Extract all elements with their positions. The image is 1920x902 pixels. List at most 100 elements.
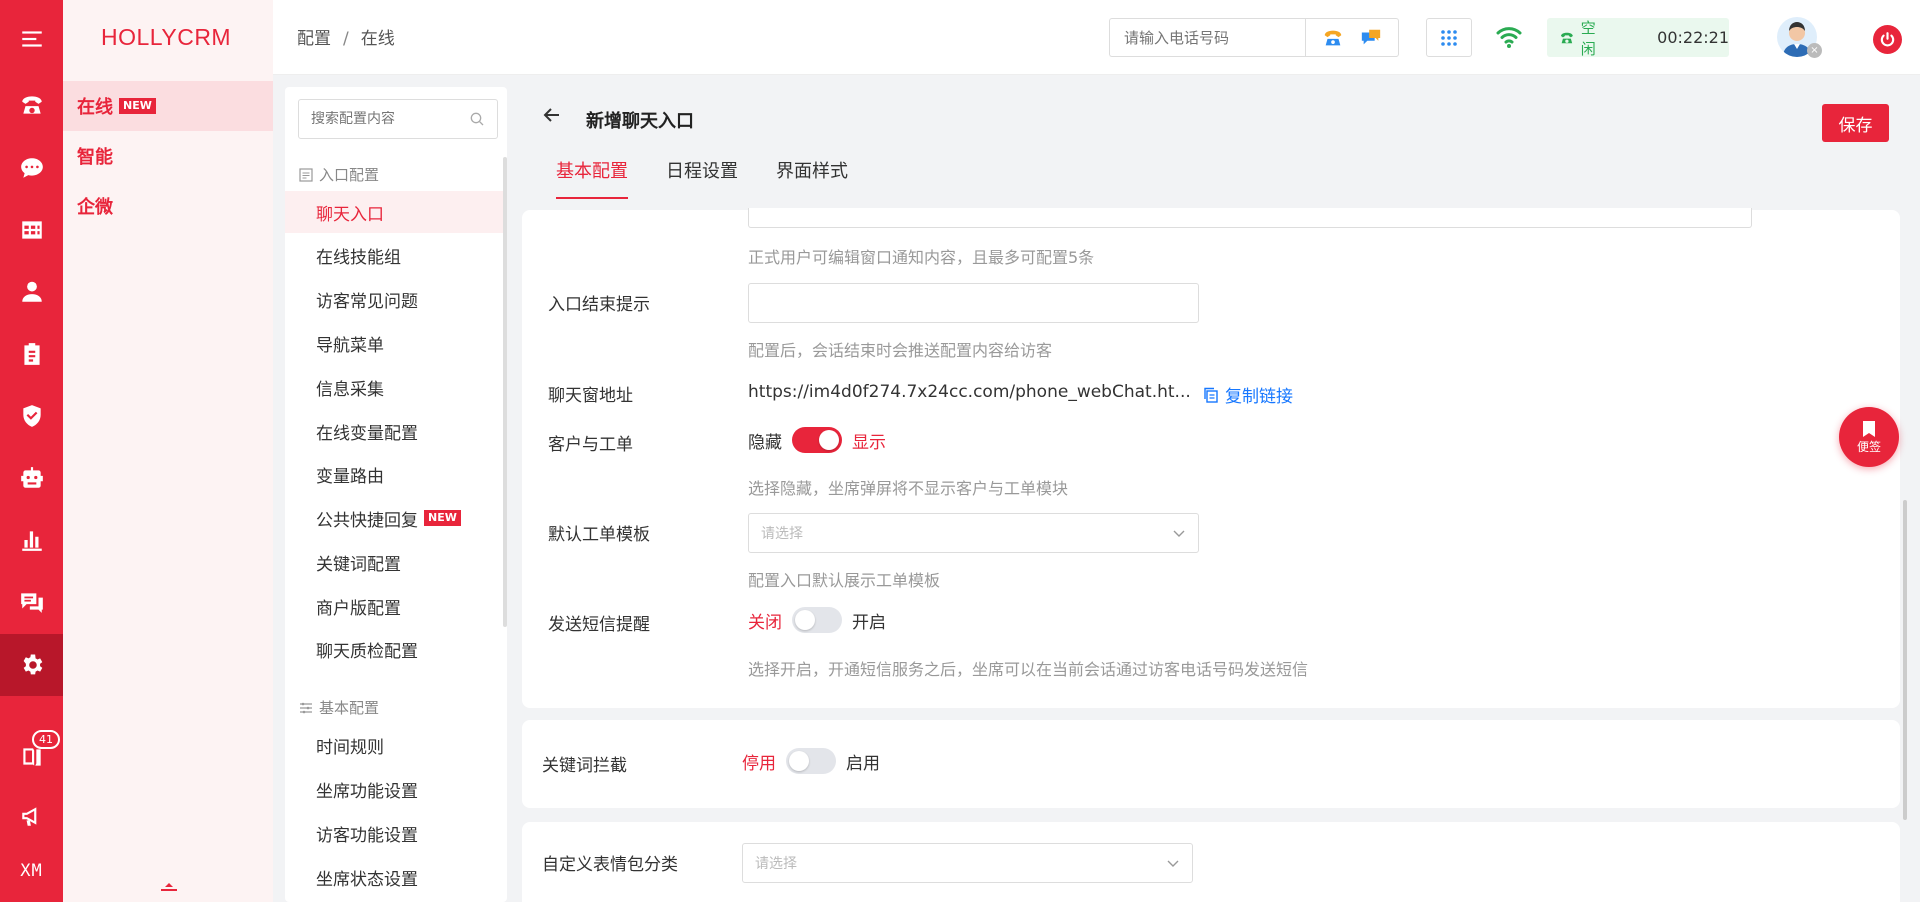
menu-icon[interactable] (0, 8, 63, 70)
menu-item-label: 变量路由 (316, 466, 384, 487)
chat-url-label: 聊天窗地址 (548, 386, 633, 406)
menu-item-label: 聊天入口 (316, 204, 384, 225)
table-icon[interactable] (0, 199, 63, 261)
config-search-input[interactable] (311, 111, 469, 127)
icon-rail: 41 XM (0, 0, 63, 902)
search-icon[interactable] (469, 111, 485, 127)
chat-url-value: https://im4d0f274.7x24cc.com/phone_webCh… (748, 382, 1191, 402)
notice-textarea[interactable] (748, 208, 1752, 228)
page-title: 新增聊天入口 (586, 111, 694, 132)
main-scrollbar[interactable] (1903, 500, 1907, 820)
new-badge: NEW (424, 510, 461, 526)
page-header: 新增聊天入口 保存 基本配置 日程设置 界面样式 (522, 87, 1900, 202)
menu-item-label: 信息采集 (316, 379, 384, 400)
sticky-note-button[interactable]: 便签 (1839, 407, 1899, 467)
notification-badge: 41 (32, 730, 60, 749)
close-icon[interactable]: × (1807, 43, 1822, 58)
menu-item-label: 坐席功能设置 (316, 781, 418, 802)
user-initials[interactable]: XM (0, 840, 63, 902)
tab-schedule[interactable]: 日程设置 (666, 157, 738, 199)
menu-item-var-routing[interactable]: 变量路由 (285, 453, 503, 495)
menu-item-quick-reply[interactable]: 公共快捷回复 NEW (285, 497, 503, 539)
end-tip-input[interactable] (748, 283, 1199, 323)
phone-number-input[interactable] (1109, 18, 1305, 57)
sms-icon[interactable] (1359, 26, 1383, 50)
menu-item-label: 访客常见问题 (316, 291, 418, 312)
book-icon[interactable]: 41 (0, 726, 63, 788)
user-icon[interactable] (0, 261, 63, 323)
sms-label: 发送短信提醒 (548, 615, 650, 635)
status-phone-icon (1560, 32, 1573, 43)
chat-icon[interactable] (0, 137, 63, 199)
breadcrumb: 配置 / 在线 (297, 24, 395, 49)
agent-status[interactable]: 空闲 00:22:21 (1547, 18, 1729, 58)
module-smart[interactable]: 智能 (63, 131, 273, 181)
menu-item-info-collect[interactable]: 信息采集 (285, 366, 503, 408)
switch-off-label: 关闭 (748, 612, 782, 633)
settings-list-icon (300, 702, 312, 713)
menu-item-label: 聊天质检配置 (316, 641, 418, 662)
megaphone-icon[interactable] (0, 785, 63, 847)
collapse-icon[interactable] (161, 882, 177, 892)
clipboard-icon[interactable] (0, 323, 63, 385)
menu-item-label: 关键词配置 (316, 554, 401, 575)
menu-item-online-skill-group[interactable]: 在线技能组 (285, 234, 503, 276)
power-button[interactable] (1873, 25, 1902, 54)
tab-basic-config[interactable]: 基本配置 (556, 157, 628, 199)
menu-item-chat-entry[interactable]: 聊天入口 (285, 191, 503, 233)
customer-ticket-switch-row: 隐藏 显示 (748, 427, 886, 453)
menu-item-nav-menu[interactable]: 导航菜单 (285, 322, 503, 364)
customer-ticket-hint: 选择隐藏，坐席弹屏将不显示客户与工单模块 (748, 479, 1069, 498)
toggle-knob (795, 610, 815, 630)
switch-on-label: 显示 (852, 432, 886, 453)
template-label: 默认工单模板 (548, 525, 650, 545)
template-select[interactable]: 请选择 (748, 513, 1199, 553)
breadcrumb-item[interactable]: 配置 (297, 29, 331, 49)
group-entry-config: 入口配置 (299, 164, 379, 185)
save-button[interactable]: 保存 (1822, 104, 1889, 142)
module-label: 在线 (77, 97, 113, 118)
list-icon (299, 167, 313, 182)
copy-link-button[interactable]: 复制链接 (1203, 382, 1293, 407)
config-menu: 入口配置 聊天入口 在线技能组 访客常见问题 导航菜单 信息采集 在线变量配置 … (285, 87, 507, 902)
module-online[interactable]: 在线 NEW (63, 81, 273, 131)
menu-item-merchant-config[interactable]: 商户版配置 (285, 585, 503, 627)
menu-item-visitor-features[interactable]: 访客功能设置 (285, 812, 503, 854)
message-icon[interactable] (0, 571, 63, 633)
dial-icon[interactable] (1321, 26, 1345, 50)
tab-active-indicator (556, 197, 628, 199)
tab-label: 基本配置 (556, 161, 628, 182)
keyword-toggle[interactable] (786, 748, 836, 774)
robot-icon[interactable] (0, 447, 63, 509)
phone-icon[interactable] (0, 74, 63, 136)
toggle-knob (789, 751, 809, 771)
sms-toggle[interactable] (792, 607, 842, 633)
config-search[interactable] (298, 99, 498, 139)
gear-icon[interactable] (0, 634, 63, 696)
tab-ui-style[interactable]: 界面样式 (776, 157, 848, 199)
group-basic-config: 基本配置 (299, 697, 379, 718)
menu-item-chat-qc[interactable]: 聊天质检配置 (285, 628, 503, 670)
module-wecom[interactable]: 企微 (63, 181, 273, 231)
menu-scrollbar[interactable] (503, 157, 507, 627)
customer-ticket-toggle[interactable] (792, 427, 842, 453)
menu-item-keyword-config[interactable]: 关键词配置 (285, 541, 503, 583)
select-placeholder: 请选择 (755, 856, 797, 872)
shield-icon[interactable] (0, 385, 63, 447)
breadcrumb-separator: / (343, 29, 349, 49)
group-title: 基本配置 (319, 699, 380, 717)
switch-off-label: 停用 (742, 753, 776, 774)
menu-item-agent-features[interactable]: 坐席功能设置 (285, 768, 503, 810)
menu-item-label: 导航菜单 (316, 335, 384, 356)
bar-chart-icon[interactable] (0, 509, 63, 571)
apps-grid-button[interactable] (1426, 18, 1472, 57)
menu-item-time-rules[interactable]: 时间规则 (285, 724, 503, 766)
menu-item-visitor-faq[interactable]: 访客常见问题 (285, 278, 503, 320)
menu-item-online-vars[interactable]: 在线变量配置 (285, 410, 503, 452)
menu-item-agent-status[interactable]: 坐席状态设置 (285, 856, 503, 898)
back-arrow-icon[interactable] (542, 105, 562, 125)
status-timer: 00:22:21 (1657, 28, 1729, 47)
emoji-category-label: 自定义表情包分类 (542, 855, 678, 875)
emoji-category-select[interactable]: 请选择 (742, 843, 1193, 883)
select-placeholder: 请选择 (761, 526, 803, 542)
